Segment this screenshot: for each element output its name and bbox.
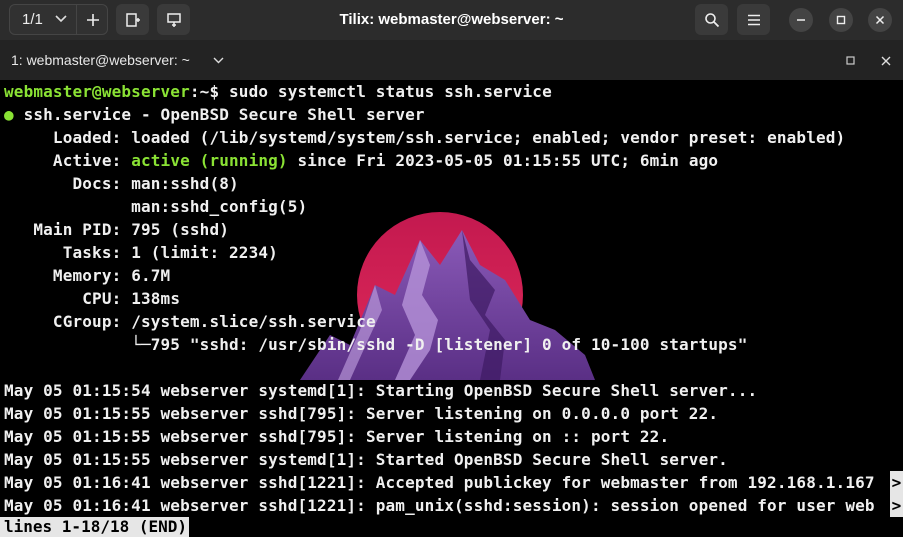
tasks-value: 1 (limit: 2234) bbox=[121, 243, 278, 262]
unit-title-line: ● ssh.service - OpenBSD Secure Shell ser… bbox=[4, 103, 425, 126]
close-icon bbox=[875, 15, 885, 25]
docs-line-2: man:sshd_config(5) bbox=[4, 197, 308, 216]
add-session-button[interactable] bbox=[77, 5, 108, 34]
memory-value: 6.7M bbox=[121, 266, 171, 285]
chevron-down-icon bbox=[55, 15, 67, 23]
cpu-key: CPU: bbox=[4, 289, 122, 308]
cpu-line: CPU: 138ms bbox=[4, 287, 180, 310]
minimize-button[interactable] bbox=[789, 8, 813, 32]
split-down-icon bbox=[166, 12, 182, 28]
loaded-line: Loaded: loaded (/lib/systemd/system/ssh.… bbox=[4, 126, 845, 149]
log-line: May 05 01:15:55 webserver sshd[795]: Ser… bbox=[4, 427, 670, 446]
log-line: May 05 01:15:54 webserver systemd[1]: St… bbox=[4, 381, 758, 400]
terminal-view[interactable]: webmaster@webserver:~$ sudo systemctl st… bbox=[0, 80, 903, 537]
chevron-down-icon[interactable] bbox=[213, 57, 224, 64]
maximize-button[interactable] bbox=[829, 8, 853, 32]
split-right-icon bbox=[125, 12, 141, 28]
cgroup-child-line: └─795 "sshd: /usr/sbin/sshd -D [listener… bbox=[4, 335, 748, 354]
loaded-value: loaded (/lib/systemd/system/ssh.service;… bbox=[121, 128, 846, 147]
active-state: active (running) bbox=[121, 151, 288, 170]
prompt-path: :~$ bbox=[189, 82, 220, 101]
cgroup-value: /system.slice/ssh.service bbox=[121, 312, 376, 331]
search-icon bbox=[704, 12, 720, 28]
terminal-tab-label[interactable]: 1: webmaster@webserver: ~ bbox=[11, 40, 190, 80]
hamburger-menu-icon bbox=[747, 14, 761, 26]
overflow-marker: > bbox=[890, 471, 903, 494]
close-button[interactable] bbox=[868, 8, 892, 32]
menu-button[interactable] bbox=[737, 4, 770, 35]
active-key: Active: bbox=[4, 151, 122, 170]
session-indicator: 1/1 bbox=[22, 11, 43, 28]
session-switcher: 1/1 bbox=[9, 4, 108, 35]
log-line: May 05 01:15:55 webserver systemd[1]: St… bbox=[4, 450, 728, 469]
log-line: May 05 01:16:41 webserver sshd[1221]: pa… bbox=[4, 496, 875, 515]
session-dropdown-button[interactable]: 1/1 bbox=[10, 5, 76, 34]
tasks-line: Tasks: 1 (limit: 2234) bbox=[4, 241, 278, 264]
command-text: sudo systemctl status ssh.service bbox=[219, 82, 552, 101]
close-icon[interactable] bbox=[881, 56, 891, 66]
search-button[interactable] bbox=[695, 4, 728, 35]
pid-key: Main PID: bbox=[4, 220, 122, 239]
cgroup-line: CGroup: /system.slice/ssh.service bbox=[4, 310, 376, 333]
pager-status: lines 1-18/18 (END) bbox=[0, 517, 190, 537]
unit-title: ssh.service - OpenBSD Secure Shell serve… bbox=[13, 105, 425, 124]
split-right-button[interactable] bbox=[116, 4, 149, 35]
maximize-icon bbox=[836, 15, 846, 25]
docs-key: Docs: bbox=[4, 174, 122, 193]
prompt-line: webmaster@webserver:~$ sudo systemctl st… bbox=[4, 80, 552, 103]
log-line: May 05 01:16:41 webserver sshd[1221]: Ac… bbox=[4, 473, 875, 492]
loaded-key: Loaded: bbox=[4, 128, 122, 147]
docs-value: man:sshd(8) bbox=[121, 174, 239, 193]
prompt-user-host: webmaster@webserver bbox=[4, 82, 190, 101]
terminal-tab-bar: 1: webmaster@webserver: ~ bbox=[0, 40, 903, 81]
status-bullet: ● bbox=[4, 105, 14, 124]
pid-value: 795 (sshd) bbox=[121, 220, 230, 239]
minimize-icon bbox=[796, 15, 806, 25]
main-pid-line: Main PID: 795 (sshd) bbox=[4, 218, 229, 241]
docs-line: Docs: man:sshd(8) bbox=[4, 172, 239, 195]
cgroup-key: CGroup: bbox=[4, 312, 122, 331]
active-since: since Fri 2023-05-05 01:15:55 UTC; 6min … bbox=[287, 151, 719, 170]
title-bar: 1/1 Tilix: webmaster@webserver: ~ bbox=[0, 0, 903, 40]
split-down-button[interactable] bbox=[157, 4, 190, 35]
memory-key: Memory: bbox=[4, 266, 122, 285]
active-line: Active: active (running) since Fri 2023-… bbox=[4, 149, 718, 172]
log-line: May 05 01:15:55 webserver sshd[795]: Ser… bbox=[4, 404, 719, 423]
maximize-icon[interactable] bbox=[846, 56, 855, 65]
memory-line: Memory: 6.7M bbox=[4, 264, 170, 287]
tasks-key: Tasks: bbox=[4, 243, 122, 262]
plus-icon bbox=[86, 13, 100, 27]
overflow-marker: > bbox=[890, 494, 903, 517]
cpu-value: 138ms bbox=[121, 289, 181, 308]
